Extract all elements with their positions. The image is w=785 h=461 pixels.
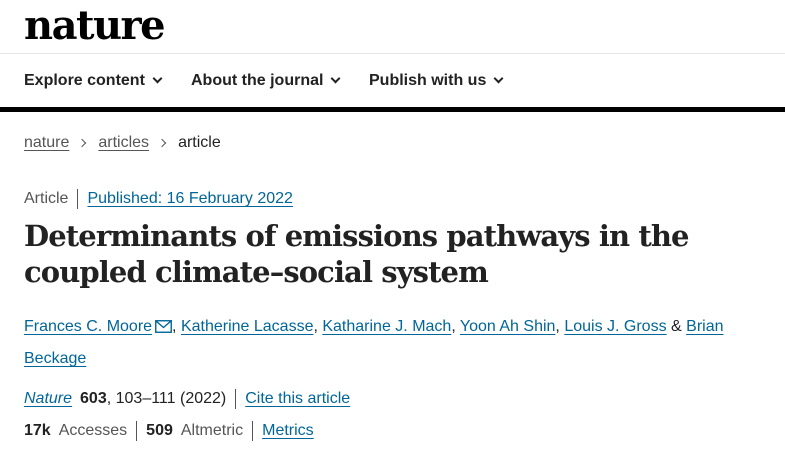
metrics-line: 17k Accesses 509 Altmetric Metrics xyxy=(24,421,314,441)
accesses-count: 17k xyxy=(24,422,51,439)
divider xyxy=(252,421,254,441)
breadcrumb-articles[interactable]: articles xyxy=(98,133,149,153)
pages-year: , 103–111 (2022) xyxy=(106,390,227,407)
author-link[interactable]: Yoon Ah Shin xyxy=(460,318,556,335)
chevron-down-icon xyxy=(330,73,341,84)
breadcrumb: nature articles article xyxy=(24,133,221,153)
citation-line: Nature 603 , 103–111 (2022) Cite this ar… xyxy=(24,389,350,409)
author-link[interactable]: Frances C. Moore xyxy=(24,318,152,335)
published-date-link[interactable]: Published: 16 February 2022 xyxy=(87,189,292,209)
article-meta: Article Published: 16 February 2022 xyxy=(24,189,293,209)
nav-item-label: Explore content xyxy=(24,72,145,89)
cite-this-article-link[interactable]: Cite this article xyxy=(245,389,350,409)
nature-logo[interactable]: nature xyxy=(24,2,166,50)
nav-item-label: About the journal xyxy=(191,72,324,89)
author-separator: , xyxy=(172,318,181,335)
journal-link[interactable]: Nature xyxy=(24,389,72,409)
chevron-right-icon xyxy=(157,138,167,148)
altmetric-label: Altmetric xyxy=(180,422,244,439)
breadcrumb-nature[interactable]: nature xyxy=(24,133,69,153)
nav-about-journal[interactable]: About the journal xyxy=(191,71,341,91)
divider xyxy=(77,189,79,209)
article-title: Determinants of emissions pathways in th… xyxy=(24,219,690,289)
author-link[interactable]: Louis J. Gross xyxy=(564,318,666,335)
chevron-down-icon xyxy=(493,73,504,84)
author-link[interactable]: Katherine Lacasse xyxy=(181,318,314,335)
volume: 603 xyxy=(80,390,107,407)
divider xyxy=(136,421,138,441)
mail-icon[interactable] xyxy=(155,320,172,333)
logo-bar: nature xyxy=(0,0,785,54)
author-list: Frances C. Moore, Katherine Lacasse, Kat… xyxy=(24,311,764,375)
nav-item-label: Publish with us xyxy=(369,72,487,89)
article-type: Article xyxy=(24,190,69,207)
author-separator: , xyxy=(555,318,565,335)
main-nav: Explore content About the journal Publis… xyxy=(0,54,785,108)
header-divider xyxy=(0,107,785,112)
divider xyxy=(235,389,237,409)
nav-publish-with-us[interactable]: Publish with us xyxy=(369,71,504,91)
chevron-right-icon xyxy=(78,138,87,148)
author-separator: , xyxy=(451,318,460,335)
author-link[interactable]: Katharine J. Mach xyxy=(322,318,451,335)
breadcrumb-current: article xyxy=(178,134,221,151)
nav-explore-content[interactable]: Explore content xyxy=(24,71,163,91)
author-last-separator: & xyxy=(666,318,687,335)
altmetric-count: 509 xyxy=(146,422,173,439)
chevron-down-icon xyxy=(152,73,163,84)
accesses-label: Accesses xyxy=(58,422,128,439)
metrics-link[interactable]: Metrics xyxy=(262,421,314,441)
